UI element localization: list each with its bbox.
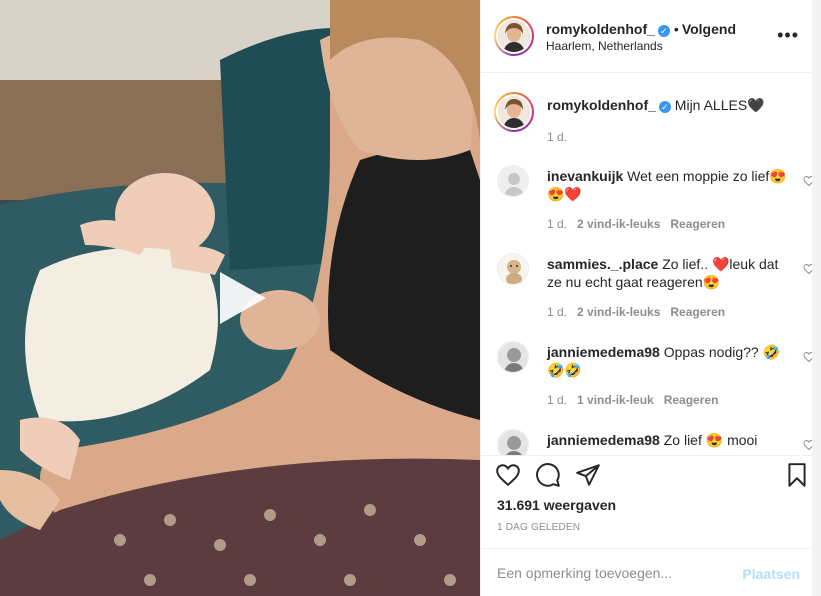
caption-time[interactable]: 1 d. <box>547 130 567 144</box>
comment-text: Zo lief 😍 mooi <box>663 432 758 448</box>
comment-time[interactable]: 1 d. <box>547 393 567 407</box>
comment-username[interactable]: janniemedema98 <box>547 432 660 448</box>
action-bar: 31.691 weergaven 1 DAG GELEDEN <box>481 455 821 557</box>
author-username[interactable]: romykoldenhof_ <box>546 21 655 37</box>
post-side-panel: romykoldenhof_ ✓ • Volgend Haarlem, Netherl… <box>480 0 821 596</box>
post-date[interactable]: 1 DAG GELEDEN <box>497 522 580 533</box>
follow-status-button[interactable]: Volgend <box>682 21 736 37</box>
comments-list[interactable]: romykoldenhof_ ✓ Mijn ALLES🖤 1 d. inevank… <box>481 74 821 455</box>
commenter-avatar[interactable] <box>497 341 529 373</box>
commenter-avatar[interactable] <box>497 165 529 197</box>
post-header: romykoldenhof_ ✓ • Volgend Haarlem, Netherl… <box>481 0 821 73</box>
comment-likes[interactable]: 2 vind-ik-leuks <box>577 217 660 231</box>
heart-icon[interactable] <box>495 462 521 488</box>
next-post-edge <box>812 0 821 596</box>
comment-likes[interactable]: 2 vind-ik-leuks <box>577 305 660 319</box>
bookmark-icon[interactable] <box>784 462 810 488</box>
comment-username[interactable]: sammies._.place <box>547 256 658 272</box>
header-user-line: romykoldenhof_ ✓ • Volgend <box>546 21 736 37</box>
share-icon[interactable] <box>575 462 601 488</box>
commenter-avatar[interactable] <box>497 253 529 285</box>
caption-text: Mijn ALLES🖤 <box>674 97 765 113</box>
comment-time[interactable]: 1 d. <box>547 305 567 319</box>
comment-username[interactable]: inevankuijk <box>547 168 623 184</box>
reply-button[interactable]: Reageren <box>670 305 725 319</box>
view-count[interactable]: 31.691 weergaven <box>497 497 616 513</box>
commenter-avatar[interactable] <box>497 429 529 455</box>
post-media[interactable] <box>0 0 480 596</box>
comment-username[interactable]: janniemedema98 <box>547 344 660 360</box>
comment-input[interactable] <box>497 561 727 585</box>
verified-icon: ✓ <box>657 25 670 37</box>
verified-icon: ✓ <box>658 101 671 113</box>
comment-time[interactable]: 1 d. <box>547 217 567 231</box>
reply-button[interactable]: Reageren <box>664 393 719 407</box>
more-icon[interactable]: ••• <box>777 26 799 44</box>
reply-button[interactable]: Reageren <box>670 217 725 231</box>
post-comment-button[interactable]: Plaatsen <box>742 566 800 582</box>
separator-dot: • <box>673 21 679 37</box>
add-comment-bar: Plaatsen <box>481 548 821 596</box>
play-icon[interactable] <box>208 266 272 330</box>
caption-avatar[interactable] <box>494 92 534 132</box>
caption-username[interactable]: romykoldenhof_ <box>547 97 656 113</box>
post-location[interactable]: Haarlem, Netherlands <box>546 39 663 53</box>
comment-icon[interactable] <box>535 462 561 488</box>
author-avatar[interactable] <box>494 16 534 56</box>
comment-likes[interactable]: 1 vind-ik-leuk <box>577 393 654 407</box>
